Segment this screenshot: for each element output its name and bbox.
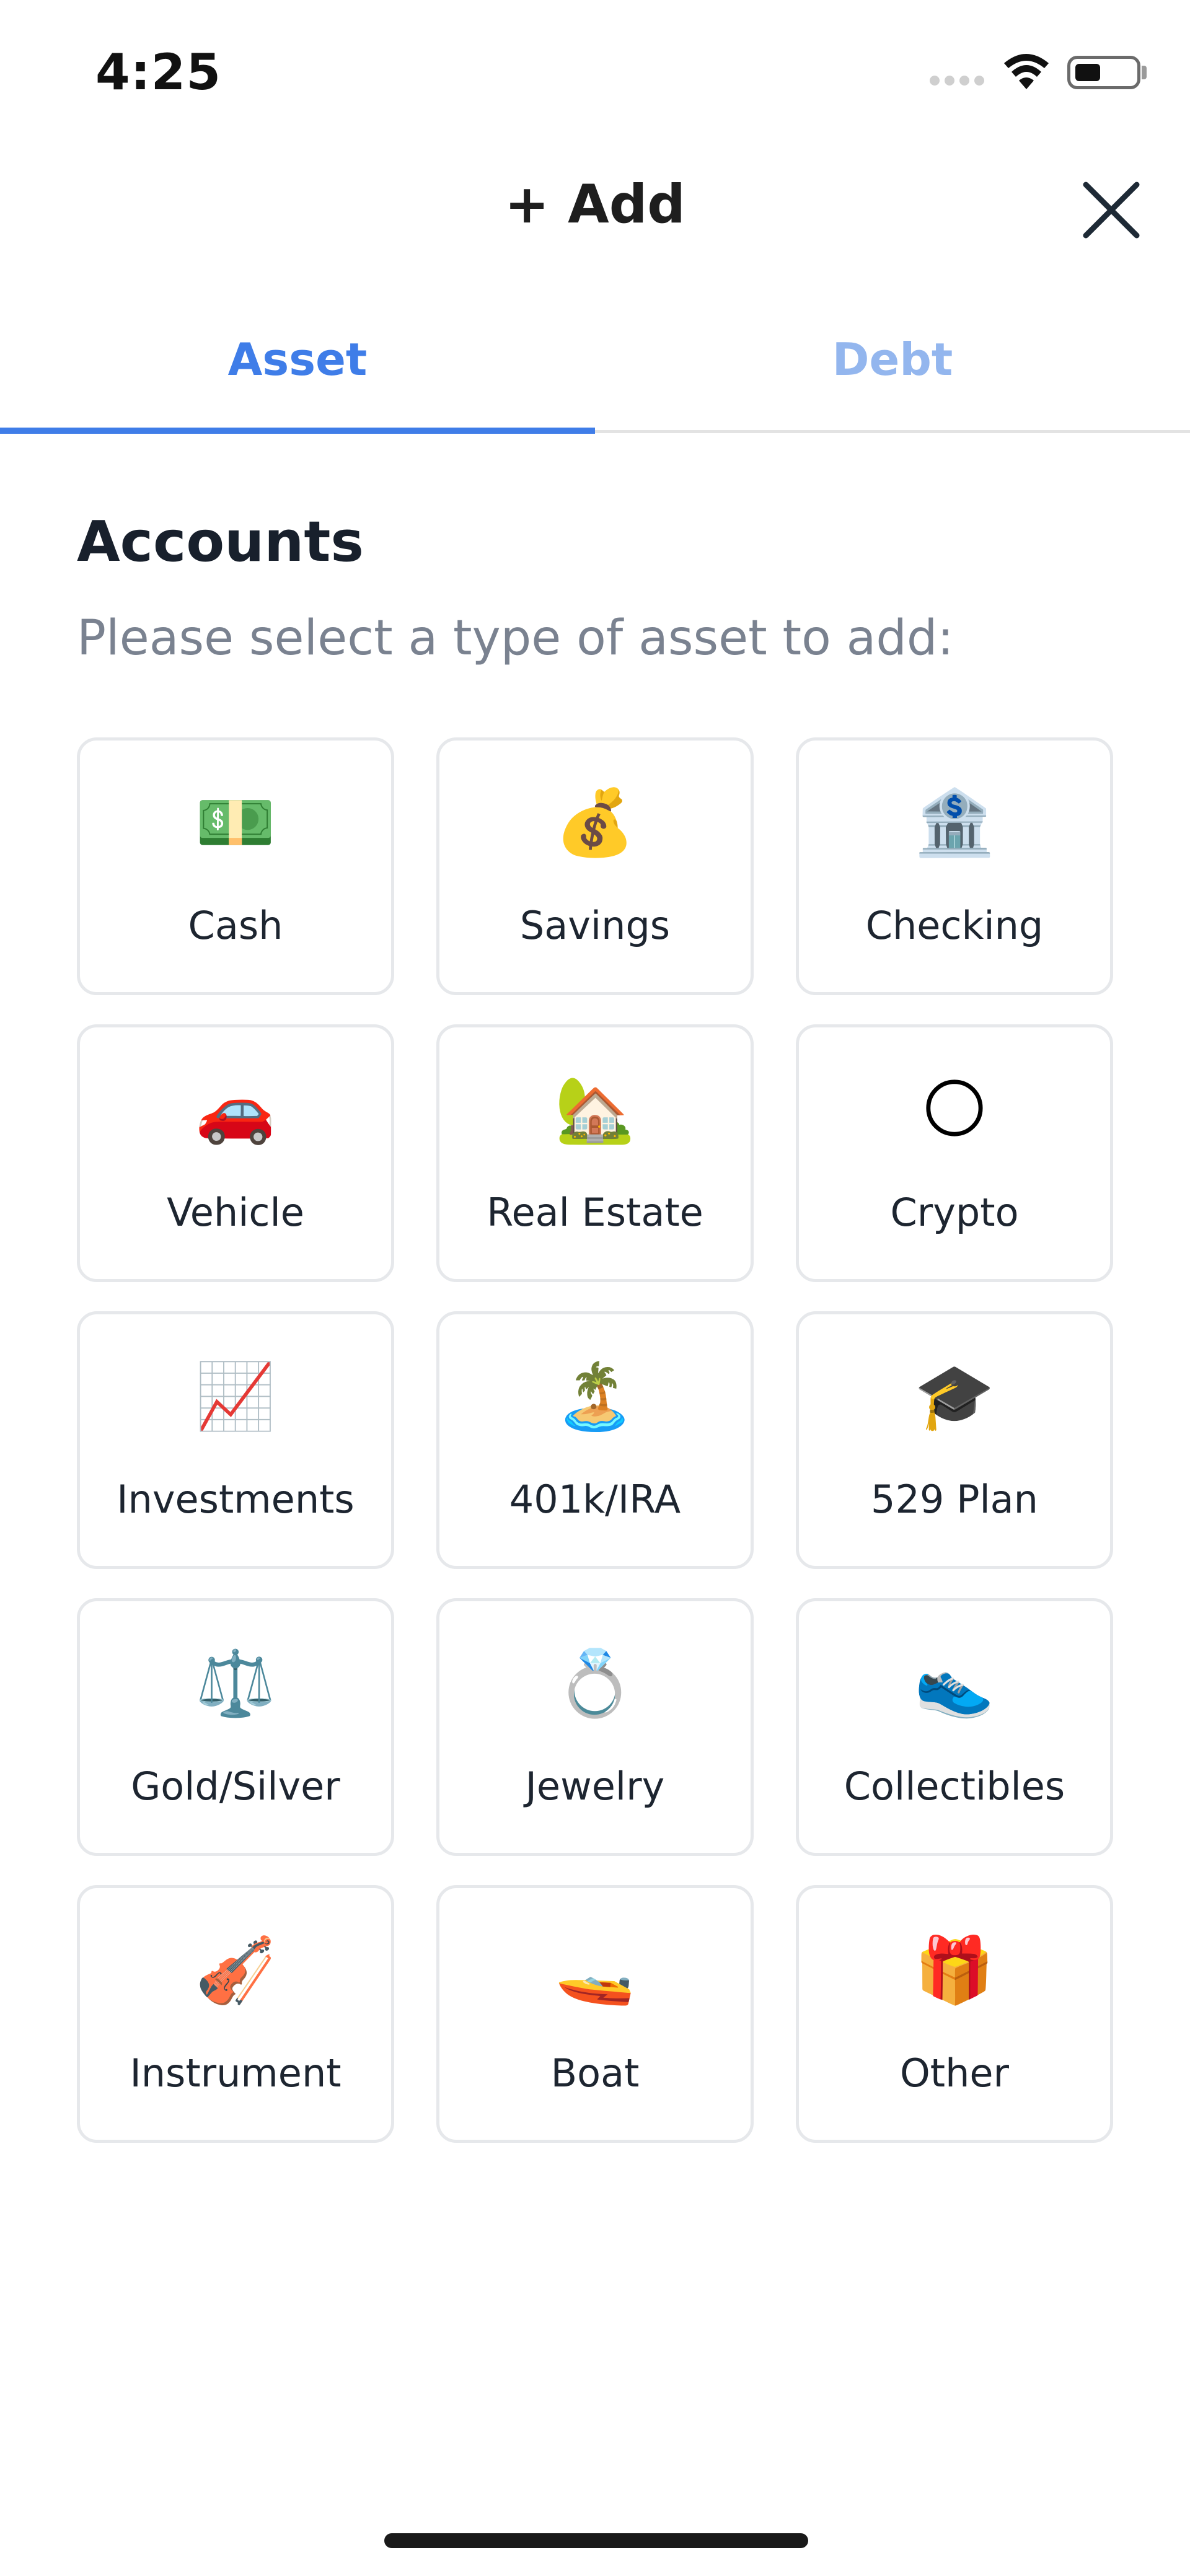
banknote-icon: 💵	[195, 785, 276, 860]
asset-card-boat[interactable]: 🚤 Boat	[436, 1885, 754, 2143]
asset-card-label: Checking	[865, 903, 1044, 948]
graduation-cap-icon: 🎓	[914, 1358, 995, 1434]
wifi-icon	[1004, 54, 1049, 89]
money-bag-icon: 💰	[555, 785, 635, 860]
speedboat-icon: 🚤	[555, 1932, 635, 2008]
house-icon: 🏡	[555, 1071, 635, 1147]
asset-card-investments[interactable]: 📈 Investments	[77, 1311, 394, 1569]
asset-card-crypto[interactable]: 🌕 Crypto	[796, 1024, 1113, 1282]
asset-card-gold-silver[interactable]: ⚖️ Gold/Silver	[77, 1598, 394, 1856]
scales-icon: ⚖️	[195, 1645, 276, 1721]
asset-card-label: Investments	[117, 1477, 355, 1522]
asset-card-label: Instrument	[130, 2051, 342, 2096]
asset-card-label: 529 Plan	[871, 1477, 1038, 1522]
tab-bar: Asset Debt	[0, 322, 1190, 434]
car-icon: 🚗	[195, 1071, 276, 1147]
island-icon: 🏝️	[555, 1358, 635, 1434]
asset-card-instrument[interactable]: 🎻 Instrument	[77, 1885, 394, 2143]
moon-icon: 🌕	[920, 1071, 989, 1147]
asset-card-jewelry[interactable]: 💍 Jewelry	[436, 1598, 754, 1856]
asset-card-vehicle[interactable]: 🚗 Vehicle	[77, 1024, 394, 1282]
close-icon[interactable]	[1077, 176, 1145, 244]
home-indicator[interactable]	[384, 2533, 808, 2548]
signal-icon	[930, 76, 989, 93]
bank-icon: 🏦	[914, 785, 995, 860]
battery-icon	[1067, 56, 1140, 89]
asset-card-collectibles[interactable]: 👟 Collectibles	[796, 1598, 1113, 1856]
asset-card-label: Other	[899, 2051, 1010, 2096]
asset-card-label: 401k/IRA	[509, 1477, 681, 1522]
active-tab-indicator	[0, 428, 595, 434]
ring-icon: 💍	[555, 1645, 635, 1721]
asset-card-real-estate[interactable]: 🏡 Real Estate	[436, 1024, 754, 1282]
section-title: Accounts	[77, 509, 364, 574]
chart-up-icon: 📈	[195, 1358, 276, 1434]
battery-nub	[1142, 66, 1147, 79]
section-subtitle: Please select a type of asset to add:	[77, 610, 954, 666]
asset-card-label: Boat	[550, 2051, 640, 2096]
sneaker-icon: 👟	[914, 1645, 995, 1721]
page-title: + Add	[505, 174, 685, 235]
asset-card-cash[interactable]: 💵 Cash	[77, 737, 394, 995]
asset-card-label: Vehicle	[167, 1190, 304, 1235]
asset-card-label: Cash	[188, 903, 283, 948]
asset-card-529-plan[interactable]: 🎓 529 Plan	[796, 1311, 1113, 1569]
violin-icon: 🎻	[195, 1932, 276, 2008]
asset-card-label: Gold/Silver	[131, 1764, 340, 1809]
asset-card-label: Savings	[519, 903, 671, 948]
asset-card-401k-ira[interactable]: 🏝️ 401k/IRA	[436, 1311, 754, 1569]
asset-card-other[interactable]: 🎁 Other	[796, 1885, 1113, 2143]
add-asset-screen: 4:25 + Add Asset Debt Accounts Please se…	[0, 0, 1190, 2576]
gift-icon: 🎁	[914, 1932, 995, 2008]
status-time: 4:25	[95, 43, 221, 101]
tab-debt[interactable]: Debt	[595, 322, 1190, 431]
asset-card-label: Real Estate	[487, 1190, 703, 1235]
asset-card-savings[interactable]: 💰 Savings	[436, 737, 754, 995]
asset-card-checking[interactable]: 🏦 Checking	[796, 737, 1113, 995]
tab-asset[interactable]: Asset	[0, 322, 595, 431]
asset-card-label: Collectibles	[844, 1764, 1065, 1809]
asset-card-label: Jewelry	[525, 1764, 665, 1809]
asset-card-label: Crypto	[890, 1190, 1019, 1235]
